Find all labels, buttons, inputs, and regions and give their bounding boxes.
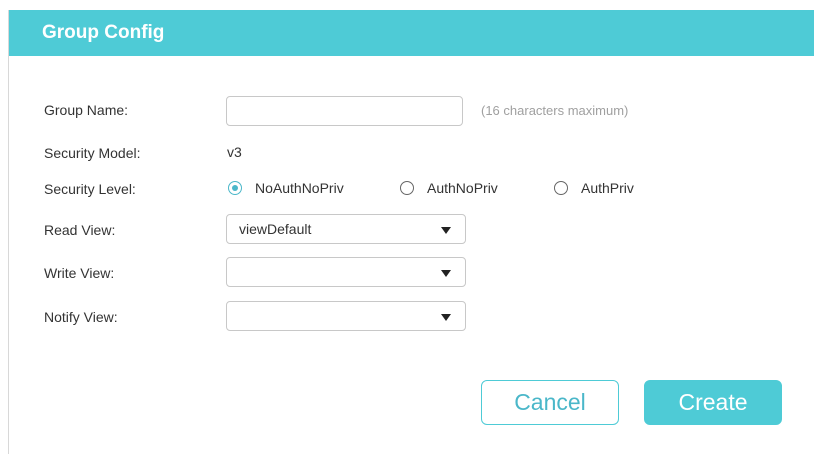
group-name-input[interactable] <box>226 96 463 126</box>
radio-circle-selected <box>228 181 242 195</box>
dialog-title: Group Config <box>42 22 165 43</box>
read-view-value: viewDefault <box>239 221 312 237</box>
radio-circle <box>554 181 568 195</box>
write-view-select[interactable] <box>226 257 466 287</box>
cancel-button[interactable]: Cancel <box>481 380 619 425</box>
radio-noauthnopriv-label: NoAuthNoPriv <box>255 180 344 196</box>
create-button[interactable]: Create <box>644 380 782 425</box>
radio-authnopriv-label: AuthNoPriv <box>427 180 498 196</box>
radio-authnopriv[interactable]: AuthNoPriv <box>400 179 498 197</box>
security-model-value: v3 <box>227 144 242 160</box>
radio-authpriv-label: AuthPriv <box>581 180 634 196</box>
security-model-label: Security Model: <box>44 145 141 161</box>
read-view-select[interactable]: viewDefault <box>226 214 466 244</box>
group-config-dialog: Group Config Group Name: (16 characters … <box>0 0 814 454</box>
chevron-down-icon <box>441 270 451 277</box>
group-name-label: Group Name: <box>44 102 129 118</box>
radio-noauthnopriv[interactable]: NoAuthNoPriv <box>228 179 344 197</box>
read-view-label: Read View: <box>44 222 116 238</box>
chevron-down-icon <box>441 314 451 321</box>
radio-authpriv[interactable]: AuthPriv <box>554 179 634 197</box>
security-level-label: Security Level: <box>44 181 136 197</box>
chevron-down-icon <box>441 227 451 234</box>
group-name-hint: (16 characters maximum) <box>481 103 629 118</box>
dialog-left-border <box>8 10 9 454</box>
notify-view-select[interactable] <box>226 301 466 331</box>
notify-view-label: Notify View: <box>44 309 118 325</box>
write-view-label: Write View: <box>44 265 115 281</box>
radio-circle <box>400 181 414 195</box>
dialog-header: Group Config <box>9 10 814 56</box>
